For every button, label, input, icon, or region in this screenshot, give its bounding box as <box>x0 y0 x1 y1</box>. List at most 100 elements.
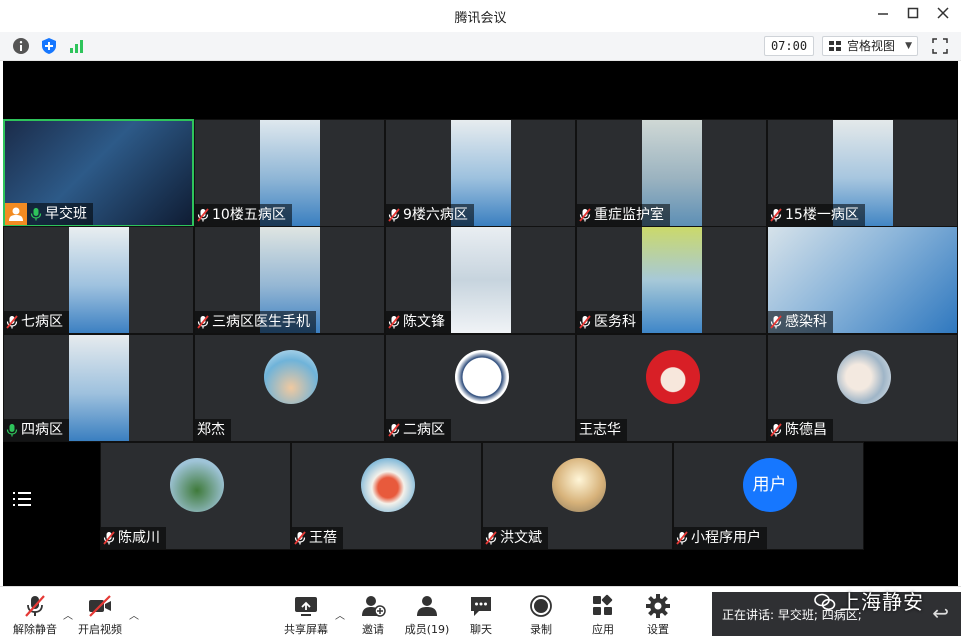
participant-tile[interactable]: 10楼五病区 <box>194 119 385 227</box>
participant-name: 9楼六病区 <box>403 207 468 223</box>
participant-label: 郑杰 <box>195 419 231 441</box>
chat-icon <box>471 597 491 616</box>
avatar <box>645 350 700 404</box>
participant-name: 15楼一病区 <box>785 207 859 223</box>
participant-name: 10楼五病区 <box>212 207 286 223</box>
record-icon <box>530 595 552 617</box>
share-screen-button[interactable]: 共享屏幕 <box>276 591 336 639</box>
participant-tile[interactable]: 感染科 <box>767 226 958 334</box>
mic-off-icon <box>6 315 18 329</box>
participant-tile[interactable]: 15楼一病区 <box>767 119 958 227</box>
mic-off-icon <box>579 315 591 329</box>
participant-tile[interactable]: 王志华 <box>576 334 767 442</box>
participant-name: 郑杰 <box>197 422 225 438</box>
participant-tile[interactable]: 重症监护室 <box>576 119 767 227</box>
mic-off-icon <box>388 423 400 437</box>
close-button[interactable] <box>933 6 953 26</box>
avatar <box>454 350 509 404</box>
participant-tile[interactable]: 二病区 <box>385 334 576 442</box>
participant-tile[interactable]: 医务科 <box>576 226 767 334</box>
participant-tile[interactable]: 三病区医生手机 <box>194 226 385 334</box>
view-mode-dropdown[interactable]: 宫格视图 ▼ <box>822 36 918 56</box>
participant-tile[interactable]: 郑杰 <box>194 334 385 442</box>
participant-tile[interactable]: 洪文斌 <box>482 442 673 550</box>
participant-name: 四病区 <box>21 422 63 438</box>
mic-off-icon <box>676 531 688 545</box>
participant-label: 四病区 <box>4 419 69 441</box>
participant-tile[interactable]: 陈咸川 <box>100 442 291 550</box>
participant-label: 陈咸川 <box>101 527 166 549</box>
participant-name: 陈文锋 <box>403 314 445 330</box>
apps-icon <box>593 594 613 615</box>
chat-button[interactable]: 聊天 <box>451 591 511 639</box>
meeting-info-bar: 07:00 宫格视图 ▼ <box>0 32 961 61</box>
maximize-button[interactable] <box>903 6 923 26</box>
participant-name: 陈德昌 <box>785 422 827 438</box>
minimize-icon <box>878 13 888 15</box>
fullscreen-icon[interactable] <box>932 38 948 54</box>
watermark: 上海静安 <box>814 586 961 616</box>
maximize-icon <box>907 7 919 19</box>
participant-video <box>451 227 511 333</box>
mic-on-icon <box>6 424 18 437</box>
mic-off-icon <box>197 315 209 329</box>
participant-label: 三病区医生手机 <box>195 311 316 333</box>
add-user-icon <box>362 596 386 617</box>
mic-off-icon <box>579 208 591 222</box>
participant-label: 陈文锋 <box>386 311 451 333</box>
window-title: 腾讯会议 <box>454 11 507 26</box>
grid-icon <box>829 41 841 51</box>
participant-label: 9楼六病区 <box>386 204 474 226</box>
mic-off-icon <box>770 423 782 437</box>
video-grid: 早交班 10楼五病区 9楼六病区 重症监护室 15楼一病区七病区 三病区医生手机 陈文锋 医务… <box>3 61 958 586</box>
participant-name: 陈咸川 <box>118 530 160 546</box>
signal-icon[interactable] <box>68 37 86 55</box>
participant-tile[interactable]: 早交班 <box>3 119 194 227</box>
record-button[interactable]: 录制 <box>511 591 571 639</box>
participant-label: 王志华 <box>577 419 627 441</box>
participant-video <box>642 227 702 333</box>
chevron-down-icon: ▼ <box>905 41 912 51</box>
settings-button[interactable]: 设置 <box>628 591 688 639</box>
participant-name: 重症监护室 <box>594 207 664 223</box>
participant-tile[interactable]: 王蓓 <box>291 442 482 550</box>
camera-off-icon <box>89 595 111 617</box>
participant-label: 医务科 <box>577 311 642 333</box>
apps-button[interactable]: 应用 <box>573 591 633 639</box>
members-button[interactable]: 成员(19) <box>397 591 457 639</box>
view-mode-label: 宫格视图 <box>847 39 896 53</box>
participant-label: 陈德昌 <box>768 419 833 441</box>
mic-off-icon <box>388 208 400 222</box>
info-icon[interactable] <box>12 37 30 55</box>
participant-name: 洪文斌 <box>500 530 542 546</box>
participant-label: 感染科 <box>768 311 833 333</box>
participant-tile[interactable]: 七病区 <box>3 226 194 334</box>
minimize-button[interactable] <box>873 6 893 26</box>
unmute-button[interactable]: 解除静音 <box>5 591 65 639</box>
unmute-label: 解除静音 <box>13 623 57 636</box>
participant-name: 小程序用户 <box>691 530 761 546</box>
close-icon <box>937 7 949 19</box>
mic-off-icon <box>388 315 400 329</box>
participant-tile[interactable]: 陈德昌 <box>767 334 958 442</box>
mic-off-icon <box>103 531 115 545</box>
participant-label: 重症监护室 <box>577 204 670 226</box>
start-video-label: 开启视频 <box>78 623 122 636</box>
participant-tile[interactable]: 用户 小程序用户 <box>673 442 864 550</box>
start-video-button[interactable]: 开启视频 <box>70 591 130 639</box>
participant-list-icon[interactable] <box>13 491 31 507</box>
participant-tile[interactable]: 陈文锋 <box>385 226 576 334</box>
invite-button[interactable]: 邀请 <box>343 591 403 639</box>
participant-video <box>69 227 129 333</box>
participant-tile[interactable]: 9楼六病区 <box>385 119 576 227</box>
participant-name: 医务科 <box>594 314 636 330</box>
participant-name: 王蓓 <box>309 530 337 546</box>
video-options-chevron[interactable]: ︿ <box>129 607 139 622</box>
gear-icon <box>646 594 670 618</box>
participant-label: 早交班 <box>5 203 93 225</box>
meeting-timer: 07:00 <box>764 36 814 56</box>
participant-tile[interactable]: 四病区 <box>3 334 194 442</box>
members-icon <box>417 596 437 616</box>
shield-icon[interactable] <box>40 37 58 55</box>
avatar <box>360 458 415 512</box>
